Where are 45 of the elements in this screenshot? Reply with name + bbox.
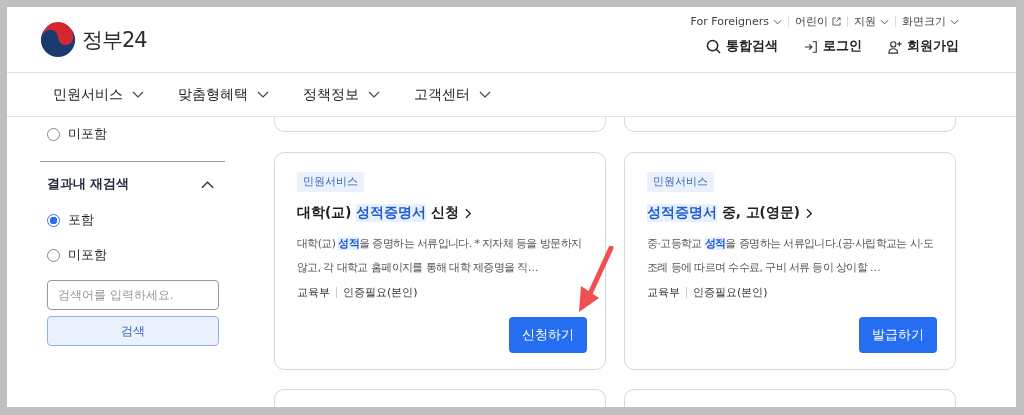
chevron-down-icon [368, 91, 380, 98]
chevron-right-icon [464, 207, 472, 219]
apply-button[interactable]: 신청하기 [509, 317, 587, 353]
nav-menu-item[interactable]: 민원서비스 [53, 85, 144, 104]
nav-menu-item[interactable]: 맞춤형혜택 [178, 85, 269, 104]
category-tag: 민원서비스 [297, 172, 364, 192]
utility-link[interactable]: For Foreigners [690, 15, 782, 28]
chevron-down-icon [880, 18, 889, 25]
nav-menu-item[interactable]: 정책정보 [303, 85, 380, 104]
site-logo[interactable]: 정부24 [40, 21, 147, 58]
user-plus-icon [888, 39, 902, 54]
apply-button[interactable]: 발급하기 [859, 317, 937, 353]
utility-link[interactable]: 화면크기 [902, 14, 959, 29]
chevron-up-icon[interactable] [201, 180, 214, 189]
header-action-link[interactable]: 회원가입 [888, 38, 959, 55]
utility-link[interactable]: 지원 [854, 14, 889, 29]
result-description: 대학(교) 성적을 증명하는 서류입니다. * 지자체 등을 방문하지 않고, 각 대학교 홈페이지를 통해 대학 제증명을 직… [297, 236, 583, 276]
chevron-down-icon [132, 91, 144, 98]
category-tag: 민원서비스 [647, 172, 714, 192]
emblem-icon [40, 21, 76, 58]
search-icon [706, 39, 721, 54]
radio-option[interactable]: 미포함 [40, 244, 225, 266]
header-action-link[interactable]: 통합검색 [706, 38, 778, 55]
result-description: 중·고등학교 성적을 증명하는 서류입니다.(공·사립학교는 시·도 조례 등에 따르며 수수료, 구비 서류 등이 상이할 … [647, 236, 935, 276]
chevron-down-icon [257, 91, 269, 98]
section-title: 결과내 재검색 [47, 176, 130, 193]
chevron-right-icon [805, 207, 813, 219]
meta-label: 교육부 [297, 285, 330, 300]
chevron-down-icon [479, 91, 491, 98]
login-icon [804, 39, 818, 54]
utility-link[interactable]: 어린이 [795, 14, 841, 29]
chevron-down-icon [773, 18, 782, 25]
result-title-link[interactable]: 성적증명서 중, 고(영문) [647, 204, 937, 222]
chevron-down-icon [950, 18, 959, 25]
search-field[interactable]: 검색어를 입력하세요. [47, 280, 219, 310]
radio-option[interactable]: 포함 [40, 209, 225, 231]
meta-label: 인증필요(본인) [693, 285, 768, 300]
search-button[interactable]: 검색 [47, 316, 219, 346]
external-link-icon [832, 17, 841, 26]
meta-label: 인증필요(본인) [343, 285, 418, 300]
result-title-link[interactable]: 대학(교) 성적증명서 신청 [297, 204, 587, 222]
header-action-link[interactable]: 로그인 [804, 38, 862, 55]
radio-option[interactable]: 미포함 [40, 123, 225, 145]
nav-menu-item[interactable]: 고객센터 [414, 85, 491, 104]
meta-label: 교육부 [647, 285, 680, 300]
